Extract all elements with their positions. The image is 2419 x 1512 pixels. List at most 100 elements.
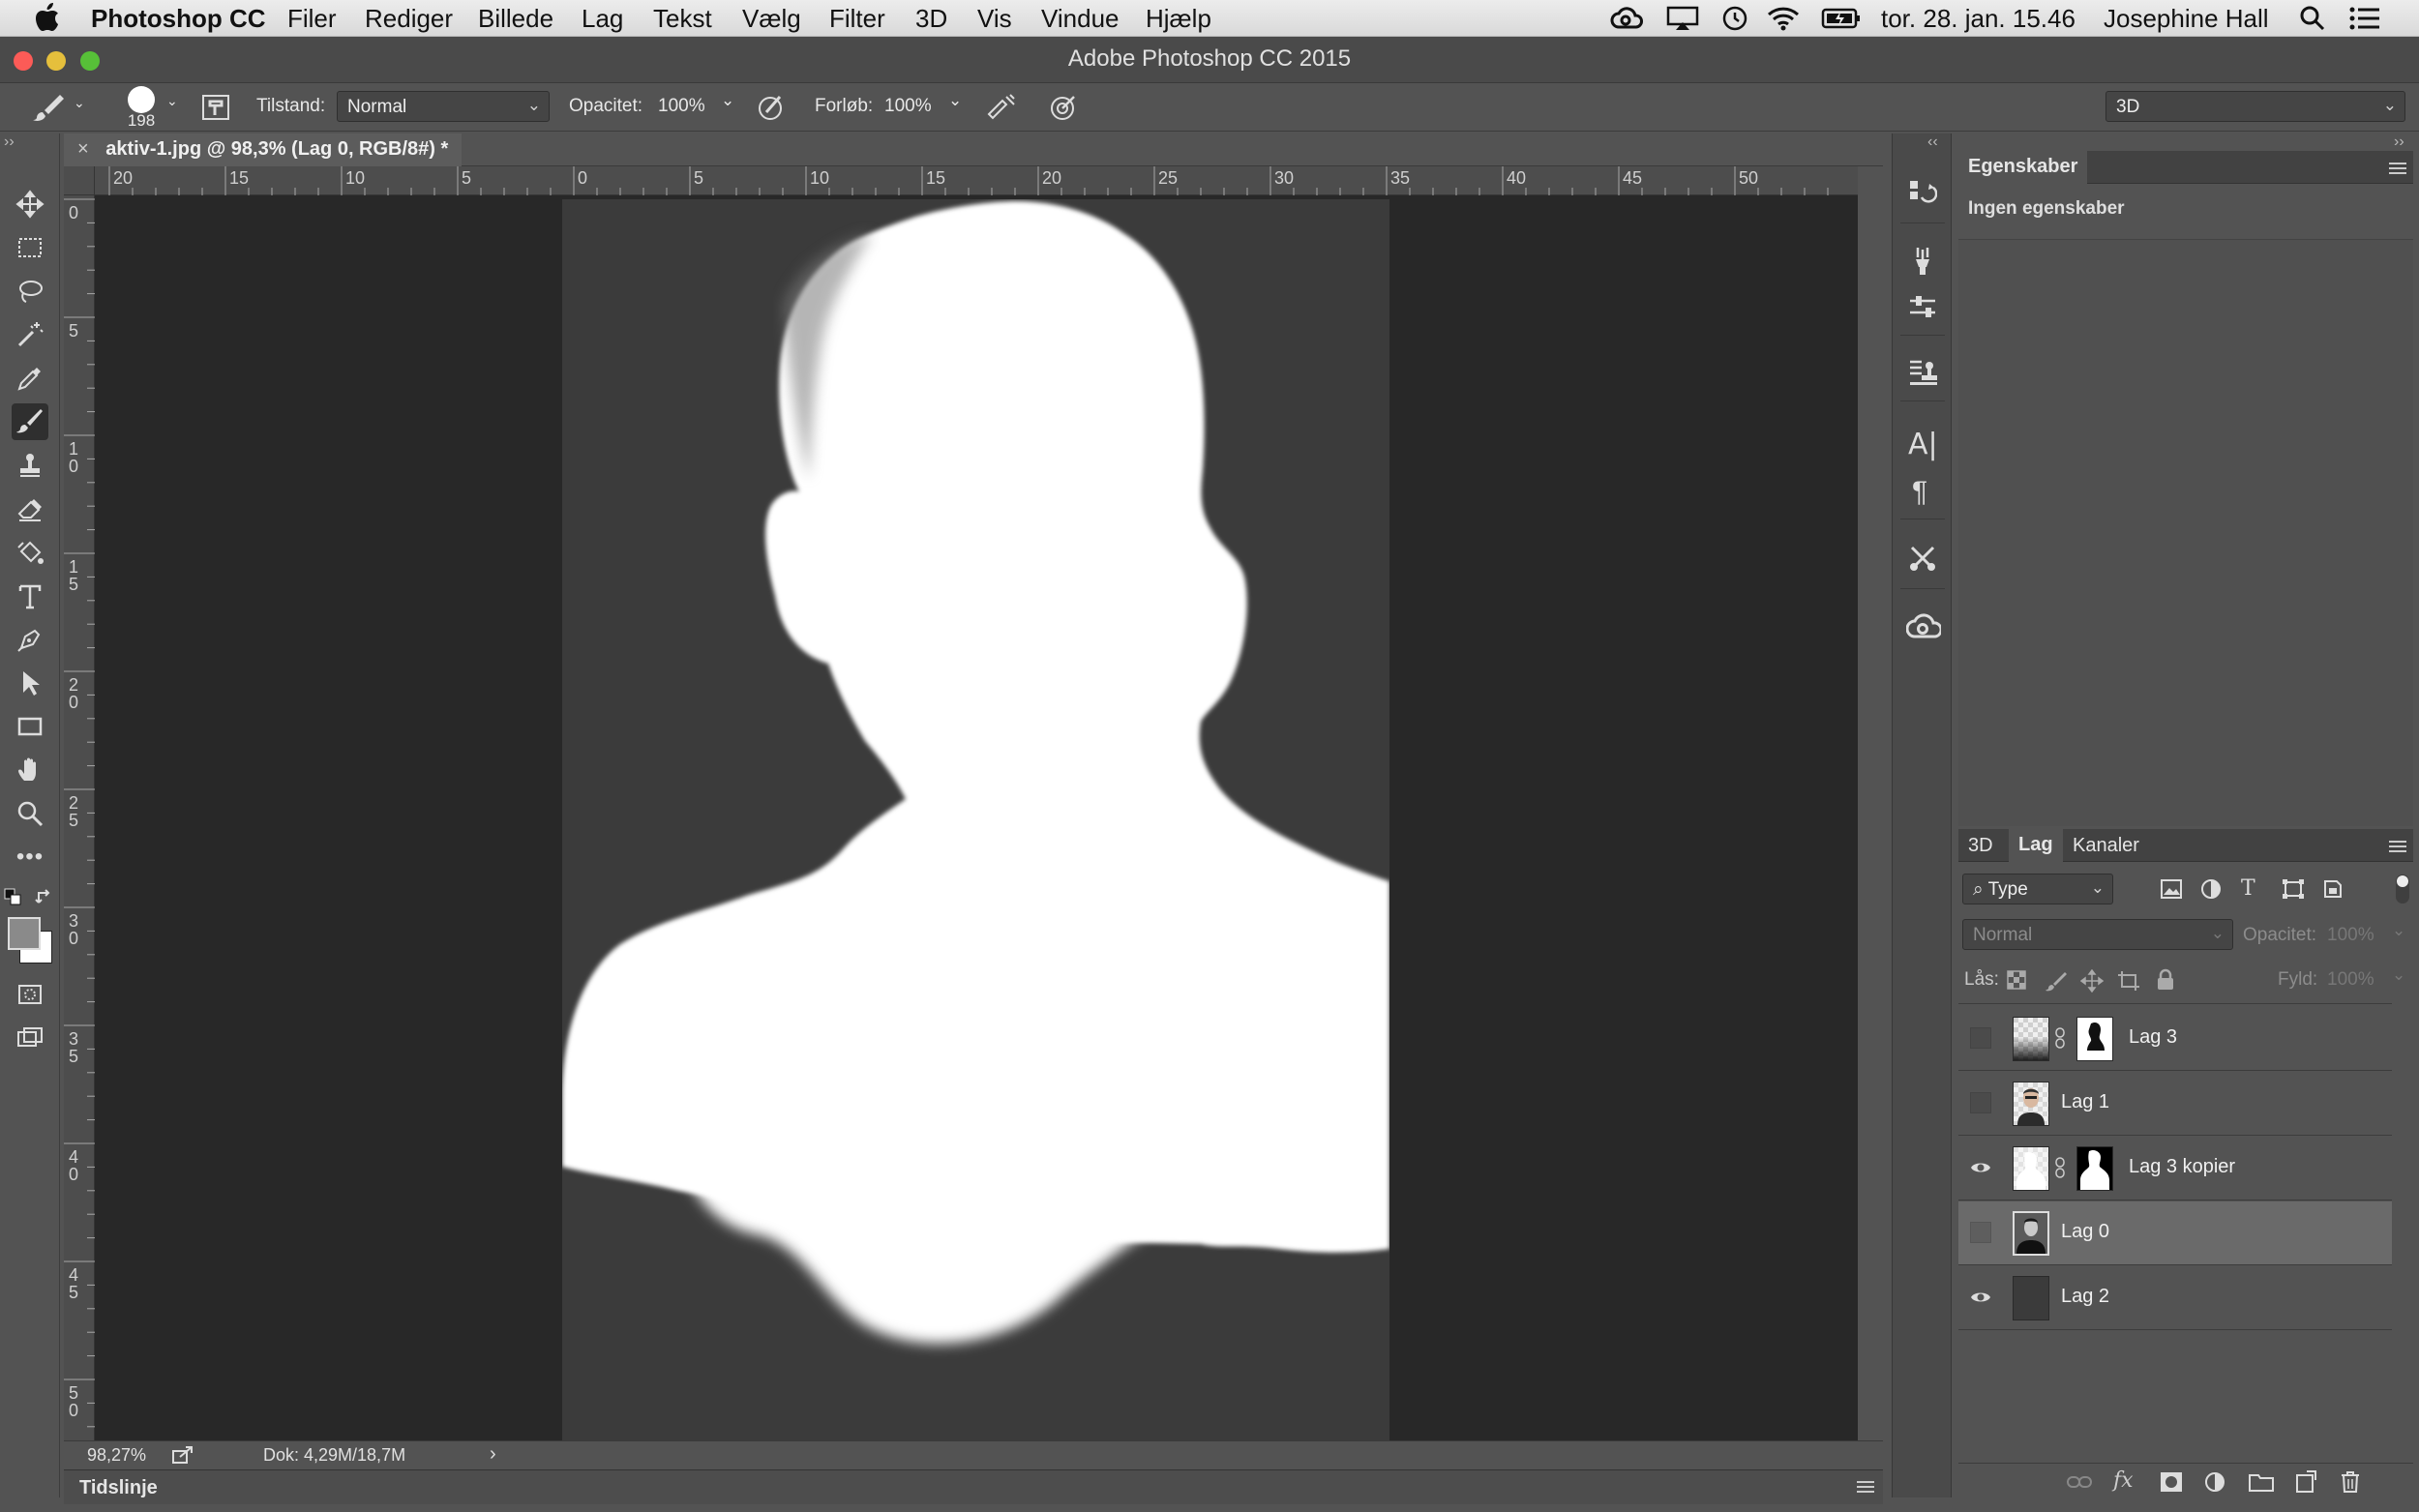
airplay-icon[interactable] (1666, 6, 1699, 31)
wifi-icon[interactable] (1767, 5, 1800, 32)
layer-thumbnail[interactable] (2013, 1211, 2049, 1256)
edit-toolbar-button[interactable]: ••• (12, 839, 48, 875)
filter-adjustment-icon[interactable] (2200, 878, 2222, 900)
layer-thumbnail[interactable] (2013, 1017, 2049, 1061)
eye-icon[interactable] (1970, 1157, 1991, 1178)
filter-pixel-icon[interactable] (2160, 878, 2183, 900)
menu-3d[interactable]: 3D (915, 4, 947, 34)
add-mask-icon[interactable] (2160, 1471, 2183, 1493)
filter-shape-icon[interactable] (2282, 878, 2305, 900)
flow-chevron-icon[interactable]: ⌄ (948, 91, 962, 110)
layer-thumbnail[interactable] (2013, 1276, 2049, 1320)
menu-hjaelp[interactable]: Hjælp (1146, 4, 1211, 34)
new-adjustment-layer-icon[interactable] (2204, 1471, 2225, 1493)
menu-lag[interactable]: Lag (582, 4, 623, 34)
link-layers-icon[interactable] (2067, 1472, 2092, 1492)
battery-icon[interactable] (1821, 7, 1862, 30)
brush-settings-icon[interactable] (1908, 246, 1937, 277)
layer-name[interactable]: Lag 3 (2129, 1026, 2177, 1049)
visibility-toggle-off[interactable] (1970, 1092, 1991, 1113)
filter-smart-object-icon[interactable] (2322, 878, 2344, 900)
libraries-cloud-icon[interactable] (1906, 613, 1941, 640)
tab-channels[interactable]: Kanaler (2073, 835, 2139, 857)
ruler-origin[interactable] (64, 166, 95, 195)
pressure-opacity-icon[interactable] (757, 93, 786, 122)
collapse-dock-icon[interactable]: ‹‹ (1927, 133, 1938, 151)
new-layer-icon[interactable] (2295, 1470, 2316, 1494)
paragraph-panel-icon[interactable]: ¶ (1912, 476, 1927, 509)
layer-thumbnail[interactable] (2013, 1082, 2049, 1126)
layer-name[interactable]: Lag 0 (2061, 1221, 2109, 1243)
delete-layer-trash-icon[interactable] (2340, 1470, 2361, 1494)
airbrush-icon[interactable] (985, 93, 1018, 122)
eye-icon[interactable] (1970, 1287, 1991, 1308)
brush-tool-icon[interactable] (33, 93, 66, 122)
stamp-tool[interactable] (12, 447, 48, 484)
layer-row[interactable]: Lag 3 (1958, 1007, 2392, 1071)
menu-vaelg[interactable]: Vælg (742, 4, 801, 34)
opacity-chevron-icon[interactable]: ⌄ (721, 91, 734, 110)
notification-center-icon[interactable] (2349, 6, 2380, 31)
eraser-tool[interactable] (12, 490, 48, 527)
share-icon[interactable] (172, 1445, 194, 1465)
collapse-tools-icon[interactable]: ›› (4, 133, 15, 151)
menu-rediger[interactable]: Rediger (365, 4, 453, 34)
layer-row[interactable]: Lag 1 (1958, 1072, 2392, 1136)
lock-position-icon[interactable] (2080, 969, 2104, 993)
clone-source-icon[interactable] (1908, 358, 1937, 387)
lock-pixels-icon[interactable] (2046, 970, 2067, 992)
opacity-value[interactable]: 100% (658, 96, 705, 117)
opacity-chevron-icon[interactable]: ⌄ (2392, 921, 2405, 940)
eyedropper-tool[interactable] (12, 360, 48, 397)
layer-row-selected[interactable]: Lag 0 (1958, 1201, 2392, 1265)
time-machine-icon[interactable] (1720, 5, 1749, 32)
apple-icon[interactable] (35, 3, 60, 32)
filter-type-icon[interactable]: T (2241, 876, 2255, 901)
properties-tab[interactable]: Egenskaber (1958, 151, 2088, 184)
zoom-level[interactable]: 98,27% (87, 1445, 146, 1466)
status-chevron-right-icon[interactable]: › (490, 1443, 496, 1466)
document-size[interactable]: Dok: 4,29M/18,7M (263, 1445, 405, 1466)
filter-toggle-switch[interactable] (2396, 875, 2409, 904)
pressure-size-icon[interactable] (1049, 93, 1078, 122)
menu-clock[interactable]: tor. 28. jan. 15.46 (1881, 4, 2076, 34)
move-tool[interactable] (12, 186, 48, 222)
menu-filer[interactable]: Filer (287, 4, 337, 34)
visibility-toggle-off[interactable] (1970, 1222, 1991, 1243)
brush-picker-chevron-icon[interactable]: ⌄ (166, 93, 178, 109)
menu-tekst[interactable]: Tekst (653, 4, 712, 34)
character-panel-icon[interactable]: A| (1908, 428, 1938, 461)
layer-filter-select[interactable]: ⌕ Type ⌄ (1962, 874, 2113, 904)
tab-layers[interactable]: Lag (2009, 829, 2063, 862)
menu-vis[interactable]: Vis (977, 4, 1012, 34)
pen-tool[interactable] (12, 621, 48, 658)
creative-cloud-icon[interactable] (1610, 6, 1645, 31)
lock-transparent-icon[interactable] (2007, 970, 2026, 990)
marquee-tool[interactable] (12, 229, 48, 266)
rectangle-tool[interactable] (12, 708, 48, 745)
adjustments-sliders-icon[interactable] (1908, 292, 1937, 321)
layer-mask-thumbnail[interactable] (2076, 1017, 2113, 1061)
layer-thumbnail[interactable] (2013, 1146, 2049, 1191)
layer-blend-select[interactable]: Normal ⌄ (1962, 919, 2233, 950)
vertical-ruler[interactable]: 05101520253035404550 (64, 195, 95, 1440)
menu-billede[interactable]: Billede (478, 4, 553, 34)
menu-filter[interactable]: Filter (829, 4, 885, 34)
layer-name[interactable]: Lag 2 (2061, 1286, 2109, 1308)
foreground-color-swatch[interactable] (8, 917, 41, 950)
hand-tool[interactable] (12, 752, 48, 788)
menu-user[interactable]: Josephine Hall (2104, 4, 2269, 34)
brush-size-picker[interactable]: 198 (122, 86, 161, 130)
document-canvas[interactable] (562, 199, 1389, 1440)
fill-chevron-icon[interactable]: ⌄ (2392, 965, 2405, 985)
canvas-area[interactable] (95, 195, 1858, 1440)
magic-wand-tool[interactable] (12, 316, 48, 353)
type-tool[interactable] (12, 578, 48, 614)
quick-mask-button[interactable] (12, 976, 48, 1013)
history-panel-icon[interactable] (1908, 178, 1937, 209)
layer-mask-thumbnail[interactable] (2076, 1146, 2113, 1191)
menu-vindue[interactable]: Vindue (1041, 4, 1120, 34)
layer-name[interactable]: Lag 1 (2061, 1091, 2109, 1113)
timeline-menu-icon[interactable] (1856, 1478, 1875, 1496)
screen-mode-button[interactable] (12, 1020, 48, 1056)
